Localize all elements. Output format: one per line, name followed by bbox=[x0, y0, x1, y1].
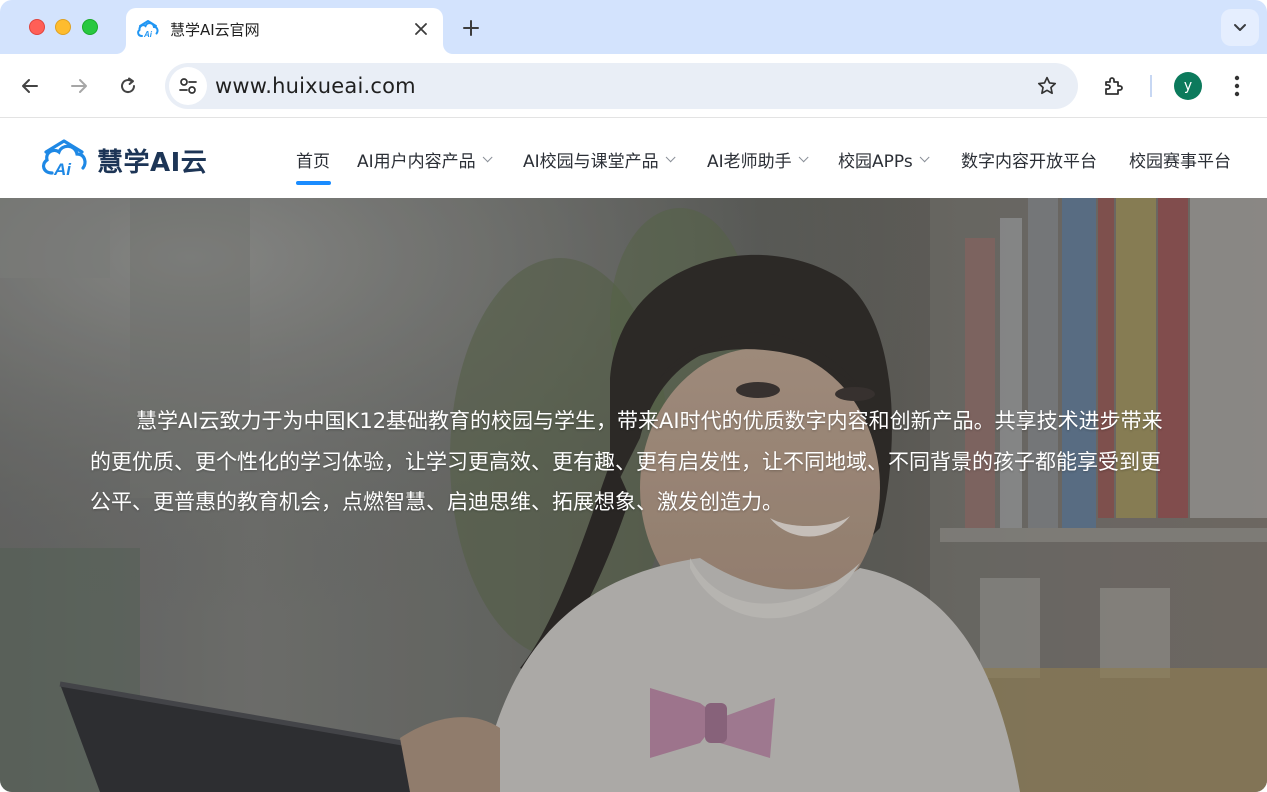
browser-toolbar: www.huixueai.com y bbox=[0, 54, 1267, 118]
chevron-down-icon bbox=[665, 152, 676, 163]
svg-text:Ai: Ai bbox=[53, 160, 72, 179]
chevron-down-icon bbox=[919, 152, 930, 163]
nav-item-label: AI老师助手 bbox=[707, 152, 792, 172]
logo-text[interactable]: 慧学AI云 bbox=[97, 142, 207, 179]
tune-icon[interactable] bbox=[169, 67, 207, 105]
close-window-button[interactable] bbox=[29, 19, 45, 35]
hero-description: 慧学AI云致力于为中国K12基础教育的校园与学生，带来AI时代的优质数字内容和创… bbox=[90, 409, 1163, 514]
tab-strip: Ai 慧学AI云官网 bbox=[0, 0, 1267, 54]
address-bar[interactable]: www.huixueai.com bbox=[165, 63, 1078, 109]
hero-banner: 慧学AI云致力于为中国K12基础教育的校园与学生，带来AI时代的优质数字内容和创… bbox=[0, 198, 1267, 792]
nav-item-label: 校园赛事平台 bbox=[1129, 152, 1231, 172]
url-text[interactable]: www.huixueai.com bbox=[215, 74, 416, 98]
nav-item-open-platform[interactable]: 数字内容开放平台 bbox=[961, 147, 1097, 172]
close-icon[interactable] bbox=[409, 17, 433, 41]
nav-item-campus-apps[interactable]: 校园APPs bbox=[838, 147, 930, 172]
chevron-down-icon bbox=[798, 152, 809, 163]
nav-item-label: AI校园与课堂产品 bbox=[523, 152, 659, 172]
nav-item-label: 首页 bbox=[296, 152, 330, 172]
nav-item-label: 数字内容开放平台 bbox=[961, 152, 1097, 172]
nav-item-ai-user-content[interactable]: AI用户内容产品 bbox=[357, 147, 493, 172]
arrow-left-icon[interactable] bbox=[16, 72, 44, 100]
chevron-down-icon bbox=[482, 152, 493, 163]
reload-icon[interactable] bbox=[114, 72, 142, 100]
nav-item-competition-platform[interactable]: 校园赛事平台 bbox=[1129, 147, 1231, 172]
puzzle-icon[interactable] bbox=[1100, 72, 1128, 100]
toolbar-divider bbox=[1150, 75, 1152, 97]
nav-item-ai-campus-classroom[interactable]: AI校园与课堂产品 bbox=[523, 147, 676, 172]
active-nav-indicator bbox=[296, 181, 331, 185]
nav-item-ai-teacher-assistant[interactable]: AI老师助手 bbox=[707, 147, 809, 172]
zoom-window-button[interactable] bbox=[82, 19, 98, 35]
site-header: Ai 慧学AI云 首页 AI用户内容产品 AI校园与课堂产品 AI老师助手 校园… bbox=[0, 118, 1267, 198]
kebab-icon[interactable] bbox=[1223, 72, 1251, 100]
nav-item-home[interactable]: 首页 bbox=[296, 147, 330, 172]
browser-window: Ai 慧学AI云官网 www.huixueai.com y Ai 慧学AI云 首… bbox=[0, 0, 1267, 792]
chevron-down-icon[interactable] bbox=[1221, 9, 1259, 46]
plus-icon[interactable] bbox=[457, 14, 485, 42]
tab-title: 慧学AI云官网 bbox=[170, 21, 260, 39]
minimize-window-button[interactable] bbox=[55, 19, 71, 35]
browser-tab-active[interactable]: Ai 慧学AI云官网 bbox=[126, 8, 443, 54]
arrow-right-icon[interactable] bbox=[65, 72, 93, 100]
logo-cloud-ai-icon[interactable]: Ai bbox=[40, 135, 88, 179]
svg-text:Ai: Ai bbox=[143, 30, 153, 39]
cloud-ai-icon: Ai bbox=[137, 20, 159, 39]
nav-item-label: AI用户内容产品 bbox=[357, 152, 476, 172]
star-icon[interactable] bbox=[1034, 73, 1060, 99]
avatar[interactable]: y bbox=[1174, 72, 1202, 100]
nav-item-label: 校园APPs bbox=[838, 152, 913, 172]
